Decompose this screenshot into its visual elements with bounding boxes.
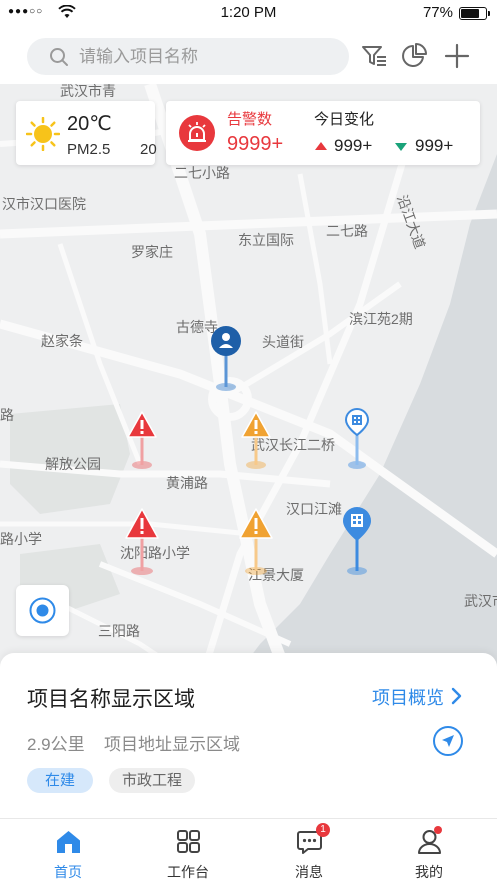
map-label: 滨江苑2期 <box>349 311 413 327</box>
alarm-icon <box>179 115 215 151</box>
today-change-title: 今日变化 <box>314 111 375 128</box>
alarm-card[interactable]: 告警数 9999+ 今日变化 999+ 999+ <box>166 101 480 165</box>
map-label: 路小学 <box>0 531 42 547</box>
building-marker-blue[interactable] <box>343 407 371 473</box>
map-label: 二七路 <box>326 223 368 239</box>
filter-icon[interactable] <box>360 42 388 70</box>
home-icon <box>57 831 80 853</box>
tab-messages[interactable]: 消息 <box>247 819 371 883</box>
warning-marker-orange[interactable] <box>238 507 274 579</box>
map-label: 解放公园 <box>45 456 101 472</box>
chevron-right-icon[interactable] <box>449 687 463 705</box>
decrease-count: 999+ <box>415 136 454 155</box>
map-label: 二七小路 <box>174 165 230 181</box>
tab-label: 我的 <box>415 864 443 880</box>
map-label: 武汉市青 <box>60 84 116 99</box>
alarm-count: 9999+ <box>227 133 284 155</box>
message-badge: 1 <box>316 823 330 837</box>
map-label: 武汉市 <box>464 593 497 609</box>
warning-marker-red[interactable] <box>124 507 160 579</box>
map-label: 赵家条 <box>41 333 83 349</box>
temperature: 20℃ <box>67 113 112 135</box>
status-bar: ●●●○○ 1:20 PM 77% <box>0 0 497 28</box>
warning-marker-red[interactable] <box>126 410 158 472</box>
tab-home[interactable]: 首页 <box>6 819 130 883</box>
navigation-arrow-icon <box>442 735 454 747</box>
locate-button[interactable] <box>16 585 69 636</box>
project-name: 项目名称显示区域 <box>27 688 195 711</box>
tab-label: 消息 <box>295 864 323 880</box>
weather-card: 20℃ PM2.5 20 <box>16 101 157 165</box>
increase-count: 999+ <box>334 136 373 155</box>
project-type-tag: 市政工程 <box>109 768 195 793</box>
map-label: 东立国际 <box>238 232 294 248</box>
map-label: 三阳路 <box>98 623 140 639</box>
down-arrow-icon <box>395 143 407 151</box>
search-box[interactable] <box>27 38 349 75</box>
project-info-panel[interactable]: 项目名称显示区域 项目概览 2.9公里 项目地址显示区域 在建 市政工程 <box>0 653 497 818</box>
bottom-tab-bar: 首页 工作台 消息 1 我的 <box>0 818 497 883</box>
battery-percent: 77% <box>422 4 453 21</box>
battery-icon <box>459 7 490 20</box>
map-label: 汉市汉口医院 <box>2 196 86 212</box>
map-background <box>0 84 497 684</box>
search-icon <box>50 48 68 66</box>
sun-icon <box>26 117 60 151</box>
pm25-value: 20 <box>140 141 157 158</box>
tab-label: 首页 <box>54 864 82 880</box>
project-address: 项目地址显示区域 <box>104 735 240 754</box>
building-marker-blue[interactable] <box>340 505 374 579</box>
map-view[interactable]: 武汉市青 二七小路 汉市汉口医院 东立国际 二七路 沿江大道 罗家庄 滨江苑2期… <box>0 84 497 684</box>
project-overview-link[interactable]: 项目概览 <box>372 684 444 710</box>
pm25-label: PM2.5 <box>67 141 111 158</box>
search-input[interactable] <box>79 38 339 75</box>
alarm-title: 告警数 <box>227 111 273 128</box>
map-label: 汉口江滩 <box>286 501 342 517</box>
locate-icon <box>29 597 56 624</box>
map-label: 罗家庄 <box>131 244 173 260</box>
tab-label: 工作台 <box>167 864 209 880</box>
grid-icon <box>177 830 200 853</box>
tab-profile[interactable]: 我的 <box>367 819 491 883</box>
battery-fill <box>461 9 480 18</box>
tab-workbench[interactable]: 工作台 <box>126 819 250 883</box>
status-tag: 在建 <box>27 768 93 793</box>
navigate-button[interactable] <box>433 726 463 756</box>
user-location-marker[interactable] <box>209 325 243 395</box>
map-label: 黄浦路 <box>166 475 208 491</box>
app-screen: ●●●○○ 1:20 PM 77% 请输入项目名称 武汉市青 二七小路 汉市汉口… <box>0 0 497 883</box>
pie-chart-icon[interactable] <box>401 42 429 70</box>
plus-icon[interactable] <box>443 42 471 70</box>
up-arrow-icon <box>315 142 327 150</box>
top-bar <box>0 28 497 84</box>
map-label: 头道街 <box>262 334 304 350</box>
project-distance: 2.9公里 <box>27 735 85 754</box>
warning-marker-orange[interactable] <box>240 410 272 472</box>
map-label: 路 <box>0 407 14 423</box>
profile-dot-badge <box>434 826 442 834</box>
